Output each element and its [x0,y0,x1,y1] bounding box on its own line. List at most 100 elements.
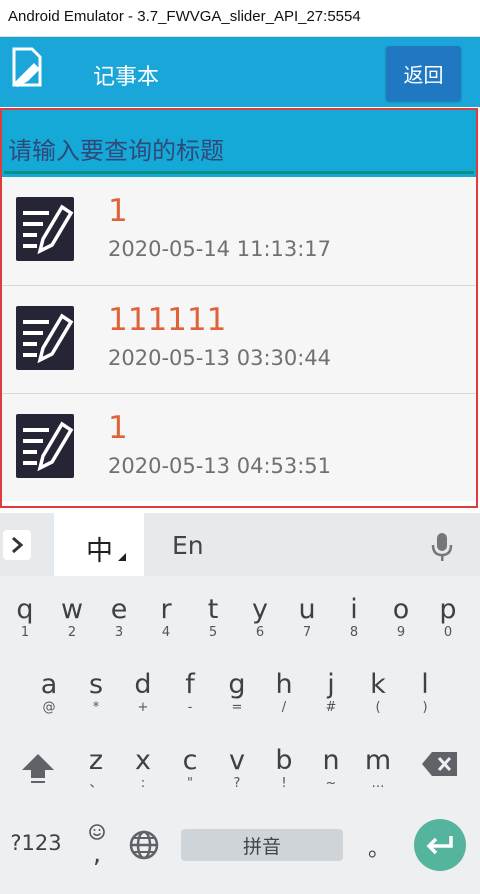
note-pencil-icon [16,306,74,370]
shift-key[interactable] [14,750,62,794]
key-hint: " [187,776,193,791]
key-hint: 4 [161,625,171,640]
search-input[interactable]: 请输入要查询的标题 [8,131,224,166]
key-letter: c [182,745,198,776]
key-hint: 5 [208,625,218,640]
microphone-icon[interactable] [430,531,454,563]
key-letter: r [160,594,172,625]
emoji-comma-key[interactable]: , [82,823,112,877]
key-letter: q [16,594,34,625]
key-letter: w [60,594,84,625]
key-hint: 0 [443,625,453,640]
backspace-key[interactable] [414,750,466,794]
note-title: 1 [108,410,128,446]
key-hint: / [281,700,287,715]
key-0[interactable]: a @ [29,670,69,716]
search-underline [4,171,474,174]
app-bar: 记事本 返回 [0,37,480,107]
note-time: 2020-05-13 03:30:44 [108,346,332,370]
language-key[interactable] [126,829,162,865]
window-titlebar: Android Emulator - 3.7_FWVGA_slider_API_… [0,0,480,37]
period-key[interactable]: 。 [364,831,394,863]
enter-arrow-icon [426,836,453,855]
key-6[interactable]: m… [358,746,398,792]
back-button[interactable]: 返回 [386,46,461,101]
key-letter: k [370,669,386,700]
note-edit-icon [12,47,42,87]
key-hint: = [231,700,243,715]
globe-icon [129,830,159,860]
key-letter: z [88,745,104,776]
expand-chevron-button[interactable] [3,530,31,560]
key-hint: 2 [67,625,77,640]
key-letter: y [252,594,268,625]
key-0[interactable]: z、 [76,746,116,792]
key-7[interactable]: k( [358,670,398,716]
key-4[interactable]: b! [264,746,304,792]
keyboard-toolbar: 中 En [0,513,480,576]
symbols-key[interactable]: ?123 [6,831,66,861]
key-6[interactable]: j # [311,670,351,716]
key-2[interactable]: c " [170,746,210,792]
key-letter: j [327,669,335,700]
note-pencil-icon [16,414,74,478]
key-letter: v [229,745,245,776]
shift-arrow-icon [22,754,54,783]
key-hint: ~ [325,776,337,791]
key-letter: o [392,594,410,625]
english-mode-button[interactable]: En [172,531,204,560]
key-hint: ( [375,700,381,715]
key-hint: … [371,776,385,791]
key-hint: 9 [396,625,406,640]
window-title: Android Emulator - 3.7_FWVGA_slider_API_… [8,8,361,25]
note-pencil-icon [16,197,74,261]
key-3[interactable]: f- [170,670,210,716]
key-8[interactable]: l) [405,670,445,716]
key-letter: s [88,669,104,700]
key-letter: b [275,745,293,776]
key-5[interactable]: h / [264,670,304,716]
key-8[interactable]: o9 [381,595,421,641]
key-4[interactable]: t5 [193,595,233,641]
key-hint: + [137,700,149,715]
period-label: 。 [367,837,390,862]
key-hint: 6 [255,625,265,640]
key-hint: - [187,700,193,715]
key-hint: * [92,700,100,715]
search-bar[interactable]: 请输入要查询的标题 [2,110,476,177]
key-1[interactable]: w2 [52,595,92,641]
note-title: 1 [108,193,128,229]
key-2[interactable]: e3 [99,595,139,641]
key-hint: ? [233,776,241,791]
backspace-icon [422,752,457,776]
symbols-label: ?123 [10,831,62,855]
chinese-mode-button[interactable]: 中 [54,513,144,576]
key-letter: a [40,669,58,700]
space-key[interactable]: 拼音 [181,829,343,861]
key-5[interactable]: y6 [240,595,280,641]
key-3[interactable]: r4 [146,595,186,641]
key-3[interactable]: v? [217,746,257,792]
key-5[interactable]: n ~ [311,746,351,792]
key-hint: ) [422,700,428,715]
key-7[interactable]: i8 [334,595,374,641]
key-4[interactable]: g = [217,670,257,716]
chevron-right-icon [12,536,24,554]
key-6[interactable]: u7 [287,595,327,641]
key-2[interactable]: d + [123,670,163,716]
key-1[interactable]: s * [76,670,116,716]
enter-key[interactable] [414,819,466,871]
key-letter: u [298,594,316,625]
key-hint: 3 [114,625,124,640]
key-letter: e [110,594,128,625]
key-9[interactable]: p0 [428,595,468,641]
key-1[interactable]: x: [123,746,163,792]
key-0[interactable]: q1 [5,595,45,641]
note-row[interactable]: 1 2020-05-14 11:13:17 [2,177,476,285]
note-row[interactable]: 111111 2020-05-13 03:30:44 [2,285,476,393]
key-letter: f [185,669,195,700]
note-row[interactable]: 1 2020-05-13 04:53:51 [2,393,476,501]
note-time: 2020-05-14 11:13:17 [108,237,332,261]
key-hint: 7 [302,625,312,640]
app-title: 记事本 [93,65,160,90]
